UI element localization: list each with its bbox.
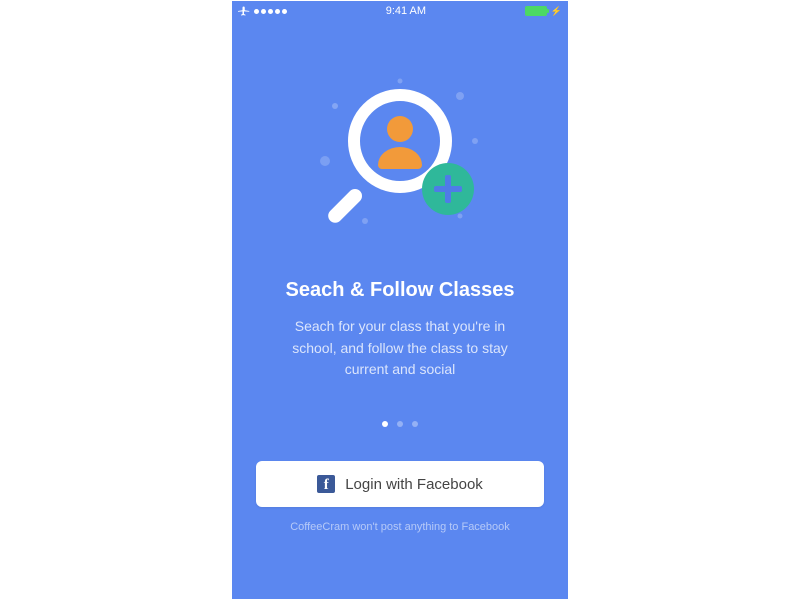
onboarding-screen: 9:41 AM ⚡ <box>232 1 568 599</box>
onboarding-body: Seach for your class that you're in scho… <box>272 316 528 381</box>
page-dot-3[interactable] <box>412 421 418 427</box>
charging-icon: ⚡ <box>551 6 562 17</box>
status-bar: 9:41 AM ⚡ <box>232 1 568 21</box>
page-dot-1[interactable] <box>382 421 388 427</box>
facebook-icon: f <box>317 475 335 493</box>
battery-icon <box>525 6 547 16</box>
signal-strength-icon <box>254 9 287 14</box>
login-button-label: Login with Facebook <box>345 476 483 493</box>
plus-icon <box>310 71 490 241</box>
onboarding-title: Seach & Follow Classes <box>232 279 568 302</box>
page-indicator[interactable] <box>232 421 568 427</box>
status-right: ⚡ <box>525 6 562 17</box>
status-time: 9:41 AM <box>386 5 426 17</box>
login-facebook-button[interactable]: f Login with Facebook <box>256 461 544 507</box>
page-dot-2[interactable] <box>397 421 403 427</box>
disclaimer-text: CoffeeCram won't post anything to Facebo… <box>232 521 568 533</box>
onboarding-illustration <box>232 71 568 241</box>
airplane-mode-icon <box>238 5 250 17</box>
status-left <box>238 5 287 17</box>
